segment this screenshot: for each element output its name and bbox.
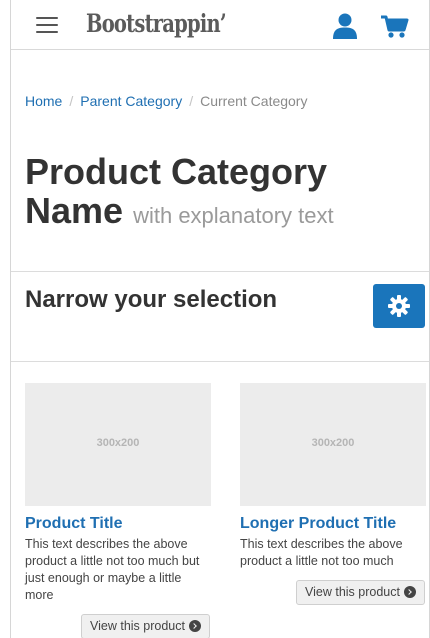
view-product-button[interactable]: View this product <box>81 614 210 638</box>
section-divider <box>11 361 429 362</box>
product-image-placeholder[interactable]: 300x200 <box>25 383 211 506</box>
product-card: 300x200 Product Title This text describe… <box>25 383 211 604</box>
page-title: Product Category Name with explanatory t… <box>25 152 415 235</box>
gear-icon <box>388 295 410 317</box>
filter-settings-button[interactable] <box>373 284 425 328</box>
product-description: This text describes the above product a … <box>240 537 403 568</box>
placeholder-label: 300x200 <box>96 437 140 449</box>
product-description: This text describes the above product a … <box>25 537 200 602</box>
product-title[interactable]: Longer Product Title <box>240 514 426 534</box>
brand-logo[interactable]: Bootstrappin’ <box>86 9 227 38</box>
user-icon[interactable] <box>333 13 357 39</box>
page-frame: Bootstrappin’ Home / Parent Category / Curre… <box>10 0 430 638</box>
navbar: Bootstrappin’ <box>11 0 429 50</box>
chevron-circle-right-icon <box>188 620 201 632</box>
product-title[interactable]: Product Title <box>25 514 211 534</box>
placeholder-label: 300x200 <box>311 437 355 449</box>
page-subtitle: with explanatory text <box>133 203 334 228</box>
breadcrumb-home-link[interactable]: Home <box>25 93 62 109</box>
breadcrumb-current: Current Category <box>200 93 308 109</box>
chevron-circle-right-icon <box>403 586 416 598</box>
shopping-cart-icon[interactable] <box>381 15 409 39</box>
view-product-label: View this product <box>90 619 185 633</box>
product-card: 300x200 Longer Product Title This text d… <box>240 383 426 570</box>
product-image-placeholder[interactable]: 300x200 <box>240 383 426 506</box>
view-product-button[interactable]: View this product <box>296 580 425 605</box>
hamburger-menu-icon[interactable] <box>36 17 58 33</box>
breadcrumb-parent-link[interactable]: Parent Category <box>80 93 182 109</box>
breadcrumb-separator: / <box>189 93 194 109</box>
breadcrumb: Home / Parent Category / Current Category <box>25 93 307 109</box>
filter-heading: Narrow your selection <box>25 286 278 313</box>
breadcrumb-separator: / <box>69 93 74 109</box>
view-product-label: View this product <box>305 585 400 599</box>
section-divider <box>11 271 429 272</box>
